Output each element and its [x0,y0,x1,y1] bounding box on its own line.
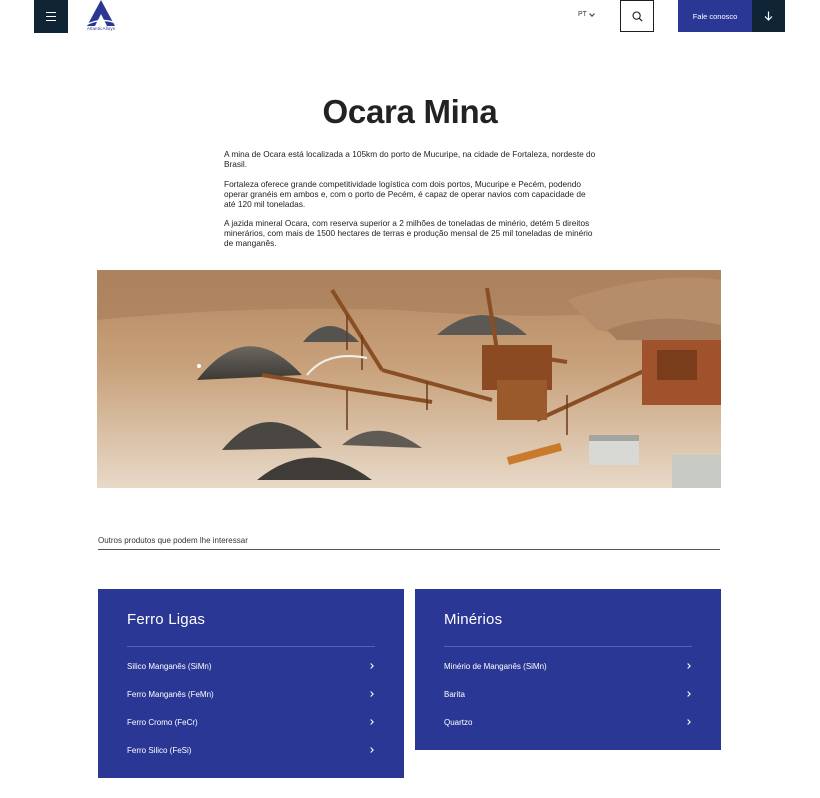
language-label: PT [578,11,587,18]
page-title: Ocara Mina [322,93,498,130]
product-link-label: Minério de Manganês (SiMn) [444,662,547,671]
related-products-label: Outros produtos que podem lhe interessar [98,536,248,545]
chevron-right-icon [368,747,374,753]
chevron-right-icon [368,719,374,725]
chevron-right-icon [368,663,374,669]
product-link[interactable]: Ferro Silico (FeSi) [127,746,375,774]
product-list: Minério de Manganês (SiMn) Barita Quartz… [444,662,692,746]
product-list: Silico Manganês (SiMn) Ferro Manganês (F… [127,662,375,774]
product-link-label: Ferro Silico (FeSi) [127,746,192,755]
product-card-minerios: Minérios Minério de Manganês (SiMn) Bari… [415,589,721,750]
intro-text: A mina de Ocara está localizada a 105km … [224,149,599,258]
product-link[interactable]: Silico Manganês (SiMn) [127,662,375,690]
mine-photo [97,270,721,488]
chevron-right-icon [368,691,374,697]
search-button[interactable] [620,0,654,32]
product-link[interactable]: Ferro Cromo (FeCr) [127,718,375,746]
product-link[interactable]: Minério de Manganês (SiMn) [444,662,692,690]
menu-button[interactable] [34,0,68,33]
product-link[interactable]: Ferro Manganês (FeMn) [127,690,375,718]
product-link-label: Barita [444,690,465,699]
divider [127,646,375,647]
intro-paragraph: A mina de Ocara está localizada a 105km … [224,149,596,169]
language-selector[interactable]: PT [578,10,595,18]
intro-paragraph: A jazida mineral Ocara, com reserva supe… [224,218,593,248]
product-link-label: Quartzo [444,718,473,727]
logo-text: AtlanticAlloys [86,26,116,31]
product-link[interactable]: Barita [444,690,692,718]
search-icon [631,10,643,22]
chevron-right-icon [685,663,691,669]
chevron-right-icon [685,691,691,697]
hamburger-icon [46,12,56,21]
chevron-down-icon [589,10,595,17]
logo[interactable]: AtlanticAlloys [82,0,120,34]
contact-scroll-button[interactable] [752,0,785,32]
product-link-label: Ferro Manganês (FeMn) [127,690,214,699]
divider [444,646,692,647]
product-link-label: Silico Manganês (SiMn) [127,662,212,671]
product-link[interactable]: Quartzo [444,718,692,746]
product-link-label: Ferro Cromo (FeCr) [127,718,198,727]
arrow-down-icon [764,11,773,21]
contact-button[interactable]: Fale conosco [678,0,752,32]
card-title: Ferro Ligas [127,611,206,628]
chevron-right-icon [685,719,691,725]
contact-button-label: Fale conosco [692,11,738,21]
intro-paragraph: Fortaleza oferece grande competitividade… [224,178,586,209]
divider [98,549,720,550]
card-title: Minérios [444,611,503,628]
logo-mark-icon [83,0,119,27]
product-card-ferro-ligas: Ferro Ligas Silico Manganês (SiMn) Ferro… [98,589,404,778]
